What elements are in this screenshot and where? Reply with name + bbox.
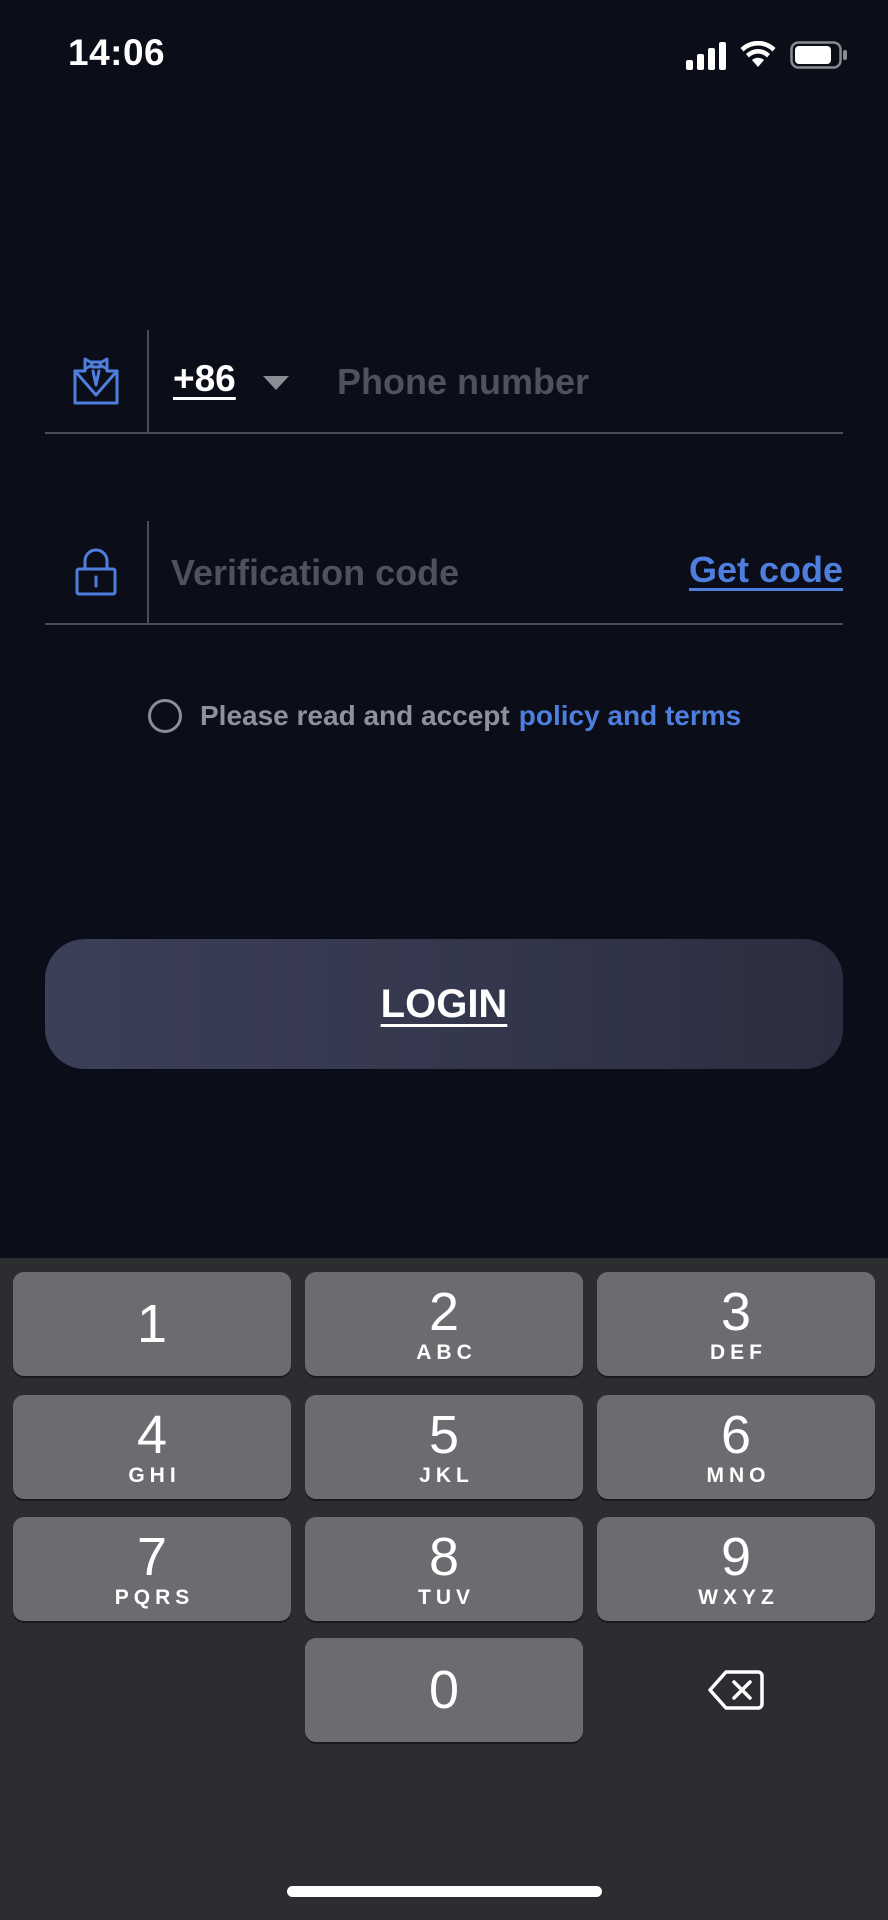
phone-field-icon-cell [45, 330, 147, 432]
key-digit: 5 [428, 1405, 460, 1465]
key-5[interactable]: 5 JKL [305, 1395, 583, 1499]
key-letters: GHI [128, 1464, 181, 1487]
key-letters: PQRS [114, 1586, 195, 1609]
key-digit: 1 [136, 1294, 168, 1354]
key-digit: 9 [720, 1527, 752, 1587]
key-8[interactable]: 8 TUV [305, 1517, 583, 1621]
login-button-label: LOGIN [380, 981, 508, 1026]
code-field-icon-cell [45, 521, 147, 623]
key-2[interactable]: 2 ABC [305, 1272, 583, 1376]
key-letters: JKL [419, 1464, 474, 1487]
key-digit: 0 [428, 1660, 460, 1720]
key-digit: 2 [428, 1282, 460, 1342]
numeric-keypad: 1 2 ABC 3 DEF 4 GHI 5 JKL 6 MNO 7 PQRS 8… [0, 1258, 888, 1920]
key-digit: 4 [136, 1405, 168, 1465]
login-button[interactable]: LOGIN [45, 939, 843, 1069]
code-field-row: Get code [45, 521, 843, 625]
key-letters: ABC [416, 1341, 477, 1364]
key-digit: 6 [720, 1405, 752, 1465]
status-time: 14:06 [68, 32, 166, 73]
key-digit: 3 [720, 1282, 752, 1342]
key-0[interactable]: 0 [305, 1638, 583, 1742]
status-icons [686, 40, 848, 70]
battery-icon [790, 41, 847, 69]
agreement-row: Please read and accept policy and terms [148, 694, 741, 738]
login-screen: 14:06 +86 Phone number Verification code… [0, 0, 888, 1920]
status-bar: 14:06 [0, 0, 888, 112]
delete-key[interactable] [597, 1638, 875, 1742]
verification-code-input[interactable] [169, 541, 673, 605]
phone-field-divider [147, 330, 149, 432]
backspace-icon [708, 1670, 764, 1710]
phone-number-input[interactable] [335, 350, 839, 414]
chevron-down-icon[interactable] [263, 376, 289, 390]
country-code-selector[interactable]: +86 [173, 358, 236, 400]
agreement-text: Please read and accept [200, 700, 510, 731]
key-digit: 7 [136, 1527, 168, 1587]
agreement-checkbox[interactable] [148, 699, 182, 733]
key-letters: TUV [418, 1586, 475, 1609]
code-field-divider [147, 521, 149, 623]
home-indicator [287, 1886, 602, 1897]
key-digit: 8 [428, 1527, 460, 1587]
signal-icon [686, 40, 726, 70]
policy-terms-link[interactable]: policy and terms [519, 700, 742, 732]
key-letters: DEF [710, 1341, 767, 1364]
key-9[interactable]: 9 WXYZ [597, 1517, 875, 1621]
lock-icon [75, 548, 117, 596]
key-4[interactable]: 4 GHI [13, 1395, 291, 1499]
user-tie-icon [73, 357, 119, 405]
key-7[interactable]: 7 PQRS [13, 1517, 291, 1621]
key-1[interactable]: 1 [13, 1272, 291, 1376]
key-letters: WXYZ [698, 1586, 779, 1609]
phone-field-row: +86 [45, 330, 843, 434]
key-6[interactable]: 6 MNO [597, 1395, 875, 1499]
get-code-button[interactable]: Get code [689, 549, 843, 591]
wifi-icon [740, 41, 776, 67]
key-letters: MNO [706, 1464, 771, 1487]
key-3[interactable]: 3 DEF [597, 1272, 875, 1376]
